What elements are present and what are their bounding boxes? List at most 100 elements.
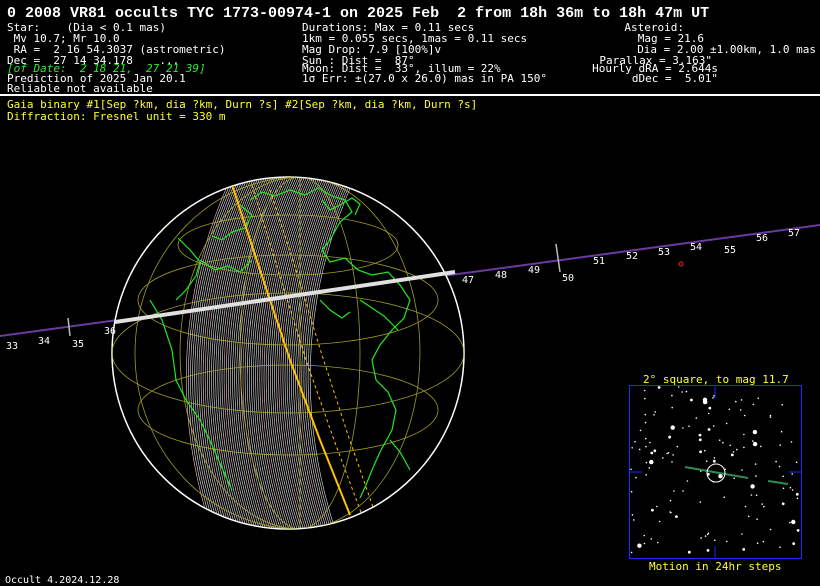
star-dot [705, 460, 708, 462]
star-dot [780, 430, 783, 433]
star-dot [699, 450, 702, 454]
star-dot [645, 474, 647, 476]
star-dot [718, 474, 723, 479]
inset-caption: Motion in 24hr steps [649, 560, 782, 573]
star-dot [743, 433, 745, 436]
star-dot [741, 533, 743, 535]
star-dot [672, 454, 674, 456]
star-dot [630, 551, 633, 554]
star-dot [634, 440, 636, 443]
tick-label-50: 50 [562, 273, 575, 284]
star-dot [687, 550, 691, 554]
star-dot [653, 449, 657, 453]
star-dot [708, 406, 712, 410]
star-dot [778, 465, 781, 468]
star-dot [681, 391, 683, 393]
inset-title: 2° square, to mag 11.7 [643, 373, 789, 386]
star-dot [635, 476, 637, 479]
star-dot [752, 429, 758, 435]
star-dot [645, 445, 647, 448]
star-dot [760, 445, 762, 448]
star-dot [789, 486, 792, 489]
star-dot [677, 386, 680, 388]
star-dot [676, 445, 679, 448]
star-dot [690, 398, 693, 402]
star-dot [698, 438, 702, 442]
star-dot [752, 441, 758, 447]
star-dot [754, 463, 757, 465]
star-dot [643, 534, 645, 537]
star-dot [656, 505, 658, 508]
star-dot [729, 444, 731, 447]
star-dot [728, 408, 731, 411]
star-dot [675, 515, 678, 518]
star-dot [643, 389, 646, 392]
star-dot [713, 395, 715, 397]
star-dot [736, 448, 738, 451]
star-dot [671, 394, 673, 397]
star-dot [755, 494, 758, 496]
tick-label-51: 51 [593, 256, 606, 267]
star-dot [658, 520, 661, 523]
tick-label-55: 55 [724, 245, 737, 256]
star-dot [704, 449, 706, 452]
tick-label-56: 56 [756, 233, 769, 244]
star-dot [743, 446, 745, 449]
star-dot [630, 468, 632, 471]
star-dot [645, 437, 647, 440]
star-dot [735, 400, 737, 403]
star-dot [725, 422, 728, 425]
star-dot [761, 503, 763, 505]
tick-label-52: 52 [626, 251, 639, 262]
star-dot [732, 451, 735, 453]
star-dot [671, 461, 673, 463]
footer-version: Occult 4.2024.12.28 [5, 575, 120, 586]
earth-globe [111, 176, 465, 530]
star-dot [750, 494, 753, 496]
star-dot [704, 535, 707, 537]
star-dot [707, 532, 710, 535]
star-dot [657, 541, 659, 544]
star-dot [775, 460, 777, 463]
tick-label-34: 34 [38, 336, 51, 347]
star-dot [712, 397, 714, 399]
star-dot [791, 519, 796, 525]
tick-label-35: 35 [72, 339, 85, 350]
star-dot [742, 548, 746, 551]
asteroid-motion-line-2 [767, 480, 789, 485]
star-dot [682, 427, 684, 429]
star-dot [698, 433, 702, 437]
star-dot [633, 519, 635, 521]
star-dot [762, 540, 765, 543]
tick-label-49: 49 [528, 265, 541, 276]
star-dot [782, 475, 784, 478]
star-dot [756, 518, 758, 520]
star-field [630, 386, 801, 558]
star-dot [650, 538, 652, 540]
star-dot [630, 490, 633, 493]
star-dot [752, 440, 754, 442]
tick-label-54: 54 [690, 242, 703, 253]
star-dot [713, 457, 716, 459]
star-dot [669, 511, 671, 513]
asteroid-motion-line [684, 466, 749, 479]
star-dot [657, 386, 661, 389]
star-dot [795, 492, 799, 496]
star-dot [722, 442, 724, 444]
star-dot [699, 501, 702, 503]
star-dot [789, 521, 791, 524]
star-dot [638, 448, 641, 451]
star-dot [730, 453, 734, 457]
star-chart-inset [629, 385, 802, 559]
star-dot [668, 437, 671, 439]
star-dot [669, 499, 672, 502]
star-dot [662, 457, 664, 459]
star-dot [790, 441, 793, 443]
star-dot [791, 489, 794, 491]
star-dot [741, 469, 743, 471]
star-dot [755, 475, 757, 477]
star-dot [667, 452, 670, 454]
star-dot [654, 411, 656, 413]
star-dot [792, 542, 796, 545]
star-dot [769, 414, 772, 417]
